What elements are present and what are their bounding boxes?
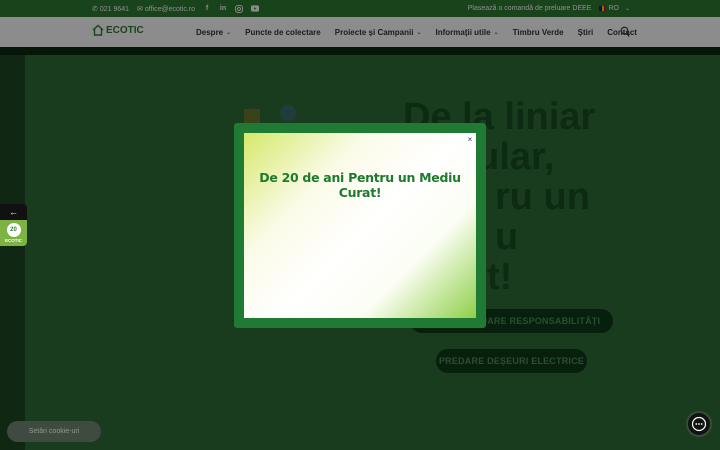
popup-content: [244, 133, 476, 318]
side-tab[interactable]: ← 20 ECOTIC: [0, 204, 27, 246]
popup-title: De 20 de ani Pentru un Mediu Curat!: [259, 170, 461, 200]
badge-label: ECOTIC: [4, 238, 22, 243]
arrow-left-icon[interactable]: ←: [0, 204, 27, 220]
popup-modal: × De 20 de ani Pentru un Mediu Curat!: [234, 123, 486, 328]
anniversary-badge[interactable]: 20 ECOTIC: [0, 220, 27, 246]
chat-button[interactable]: [686, 411, 712, 437]
badge-number: 20: [6, 223, 21, 237]
chat-bubble-icon: [691, 416, 707, 432]
cookie-settings-button[interactable]: Setări cookie-uri: [7, 421, 101, 442]
close-icon[interactable]: ×: [464, 133, 476, 145]
